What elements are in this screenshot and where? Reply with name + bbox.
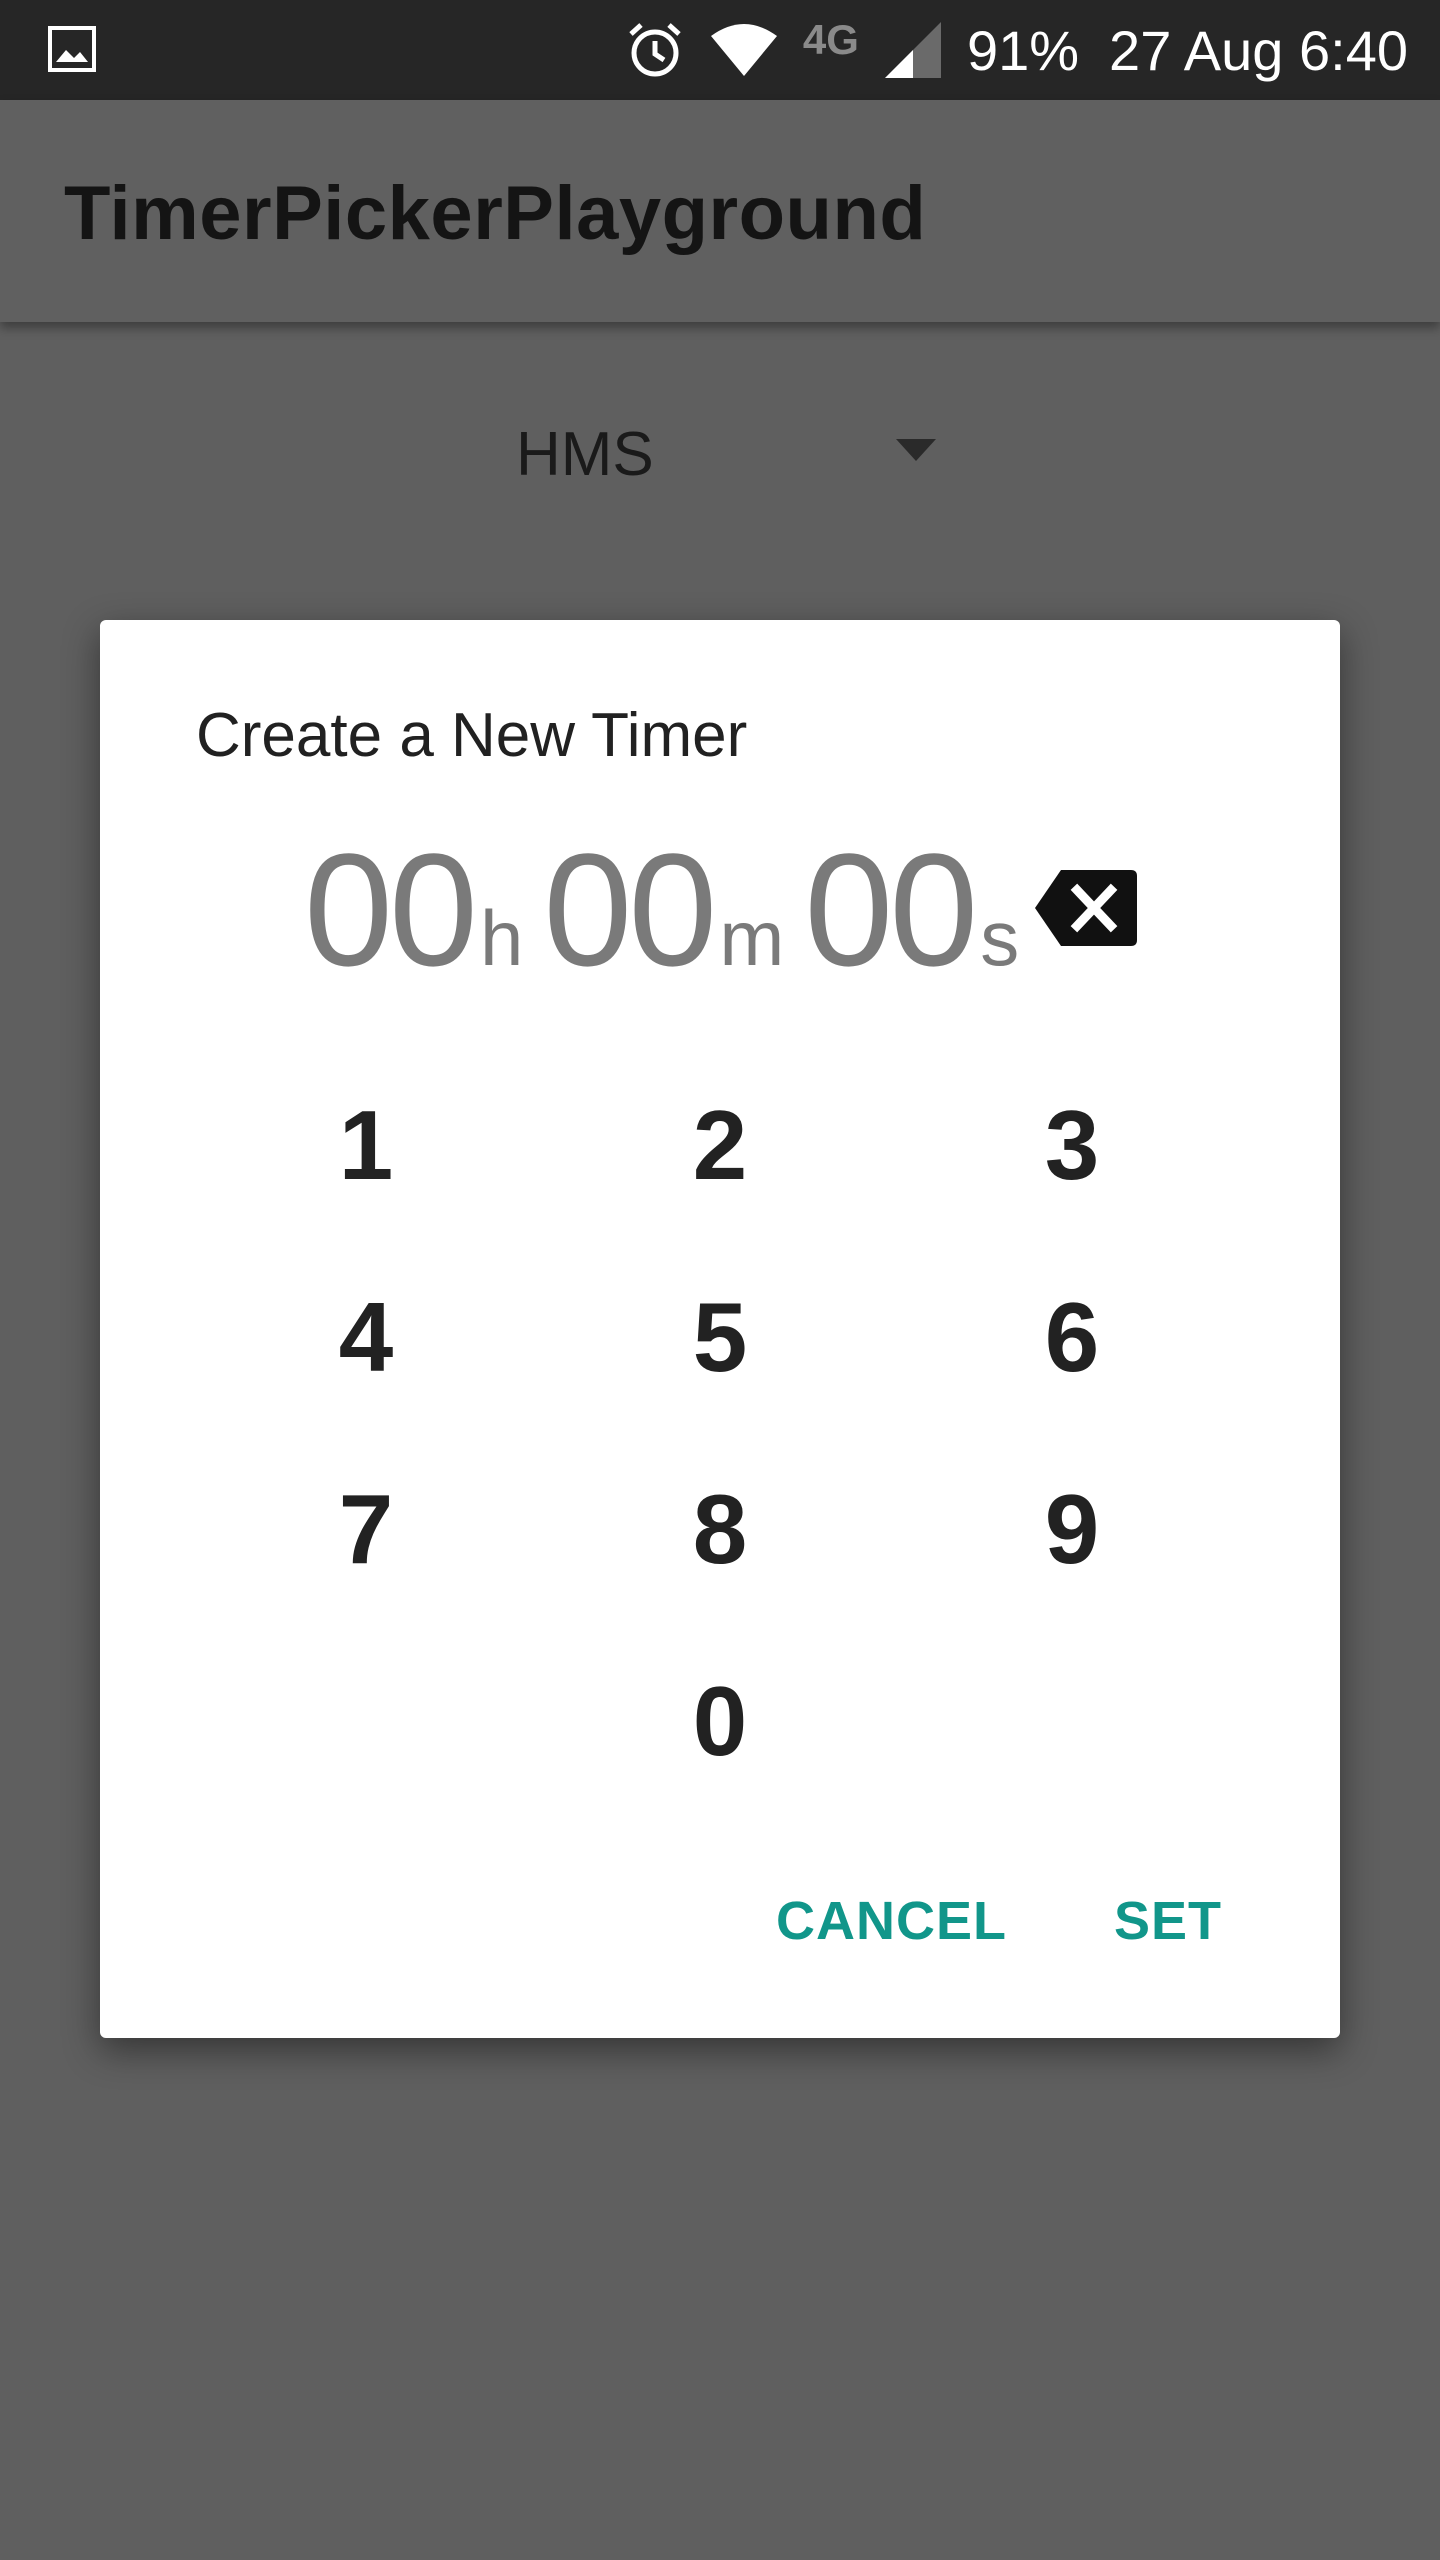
mode-spinner[interactable]: HMS bbox=[500, 405, 960, 505]
key-4[interactable]: 4 bbox=[256, 1262, 476, 1412]
key-0[interactable]: 0 bbox=[610, 1646, 830, 1796]
cancel-button[interactable]: CANCEL bbox=[776, 1890, 1007, 1952]
wifi-icon bbox=[710, 24, 777, 76]
app-bar: TimerPickerPlayground bbox=[0, 100, 1440, 322]
dropdown-arrow-icon bbox=[896, 439, 936, 461]
key-5[interactable]: 5 bbox=[610, 1262, 830, 1412]
timer-dialog: Create a New Timer 00 h 00 m 00 s 1 2 3 … bbox=[100, 620, 1340, 2038]
key-1[interactable]: 1 bbox=[256, 1070, 476, 1220]
4g-lte-icon: 4G bbox=[803, 16, 859, 64]
key-2[interactable]: 2 bbox=[610, 1070, 830, 1220]
battery-percent: 91% bbox=[966, 18, 1080, 82]
key-3[interactable]: 3 bbox=[962, 1070, 1182, 1220]
key-9[interactable]: 9 bbox=[962, 1454, 1182, 1604]
app-title: TimerPickerPlayground bbox=[64, 171, 927, 256]
spinner-value: HMS bbox=[516, 420, 654, 489]
status-icons: 4G 91% 27 Aug 6:40 bbox=[625, 0, 1408, 100]
keypad: 1 2 3 4 5 6 7 8 9 0 bbox=[100, 620, 1340, 2038]
alarm-icon bbox=[629, 23, 681, 77]
key-7[interactable]: 7 bbox=[256, 1454, 476, 1604]
key-6[interactable]: 6 bbox=[962, 1262, 1182, 1412]
clock: 27 Aug 6:40 bbox=[1109, 18, 1408, 82]
gallery-icon bbox=[48, 26, 96, 72]
set-button[interactable]: SET bbox=[1114, 1890, 1222, 1952]
key-8[interactable]: 8 bbox=[610, 1454, 830, 1604]
status-bar: 4G 91% 27 Aug 6:40 bbox=[0, 0, 1440, 100]
network-label: 4G bbox=[802, 16, 859, 63]
signal-icon bbox=[884, 22, 941, 78]
